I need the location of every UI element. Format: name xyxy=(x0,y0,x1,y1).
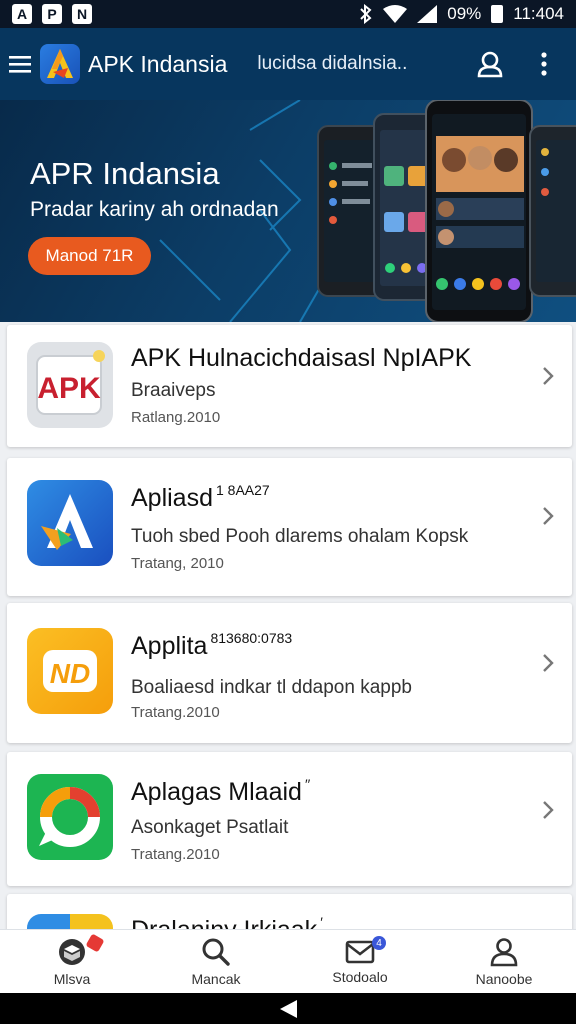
nav-label: Mancak xyxy=(191,970,241,987)
screen: A P N 09% 11:404 APK Indansia lucidsa di… xyxy=(0,0,576,1024)
wifi-icon xyxy=(383,5,408,23)
apk-logo-icon: APK xyxy=(27,342,113,428)
top-app-bar: APK Indansia lucidsa didalnsia.. xyxy=(0,28,576,100)
battery-percent: 09% xyxy=(447,4,482,23)
hero-cta-button[interactable]: Manod 71R xyxy=(28,237,151,275)
nav-item-stodoalo[interactable]: 4 Stodoalo xyxy=(288,930,432,993)
list-item[interactable]: Aplagas Mlaaid ′′ Asonkaget Psatlait Trat… xyxy=(7,752,572,886)
app-logo-icon xyxy=(40,44,80,84)
nav-item-mlsva[interactable]: Mlsva xyxy=(0,930,144,993)
notification-badge xyxy=(85,933,105,953)
system-navigation-bar xyxy=(0,993,576,1024)
app-date: Ratlang.2010 xyxy=(131,409,221,426)
app-subtitle: lucidsa didalnsia.. xyxy=(257,53,408,74)
nav-item-mancak[interactable]: Mancak xyxy=(144,930,288,993)
nav-label: Stodoalo xyxy=(332,968,388,985)
list-item[interactable]: ND Applita 813680:0783 Boaliaesd indkar t… xyxy=(7,603,572,743)
app-date: Tratang.2010 xyxy=(131,846,220,863)
search-icon xyxy=(202,938,230,966)
app-title: APK Indansia xyxy=(88,50,228,77)
more-options-icon[interactable] xyxy=(526,46,562,82)
list-item[interactable]: APK APK Hulnacichdaisasl NpIAPK Braaivep… xyxy=(7,325,572,447)
app-name: Apliasd 1 8AA27 xyxy=(131,482,270,512)
clock: 11:404 xyxy=(513,4,564,23)
app-name: Applita 813680:0783 xyxy=(131,630,293,660)
blue-a-logo-icon xyxy=(27,480,113,566)
bluetooth-icon xyxy=(360,4,372,24)
nav-label: Mlsva xyxy=(53,970,91,987)
app-date: Tratang.2010 xyxy=(131,704,220,721)
hero-banner[interactable]: APR Indansia Pradar kariny ah ordnadan M… xyxy=(0,100,576,322)
orange-nd-logo-icon: ND xyxy=(27,628,113,714)
chevron-right-icon xyxy=(543,507,554,525)
app-name: APK Hulnacichdaisasl NpIAPK xyxy=(131,344,472,372)
status-left-icons: A P N xyxy=(12,4,92,24)
app-date: Tratang, 2010 xyxy=(131,555,224,572)
appbar-actions xyxy=(472,46,576,82)
hero-subtitle: Pradar kariny ah ordnadan xyxy=(30,198,279,221)
notification-n-icon: N xyxy=(72,4,92,24)
hero-title: APR Indansia xyxy=(30,156,220,191)
notification-badge: 4 xyxy=(372,936,386,950)
green-ring-logo-icon xyxy=(27,774,113,860)
app-description: Braaiveps xyxy=(131,380,216,401)
status-bar: A P N 09% 11:404 xyxy=(0,0,576,28)
chevron-right-icon xyxy=(543,654,554,672)
app-name: Aplagas Mlaaid ′′ xyxy=(131,776,311,806)
mail-icon xyxy=(345,940,375,963)
bottom-navigation: Mlsva Mancak 4 Stodoalo Nanoobe xyxy=(0,929,576,993)
chevron-right-icon xyxy=(543,801,554,819)
person-icon xyxy=(490,937,518,966)
box-icon xyxy=(59,938,85,965)
app-description: Boaliaesd indkar tl ddapon kappb xyxy=(131,677,412,698)
status-right: 09% 11:404 xyxy=(359,4,564,24)
nav-item-nanoobe[interactable]: Nanoobe xyxy=(432,930,576,993)
account-icon[interactable] xyxy=(472,46,508,82)
app-description: Asonkaget Psatlait xyxy=(131,817,289,838)
svg-text:ND: ND xyxy=(50,658,90,689)
app-description: Tuoh sbed Pooh dlarems ohalam Kopsk xyxy=(131,526,469,547)
signal-icon xyxy=(417,5,438,23)
chevron-right-icon xyxy=(543,367,554,385)
notification-a-icon: A xyxy=(12,4,32,24)
menu-icon[interactable] xyxy=(2,28,38,100)
list-item[interactable]: Apliasd 1 8AA27 Tuoh sbed Pooh dlarems oh… xyxy=(7,458,572,596)
svg-text:APK: APK xyxy=(37,372,101,405)
nav-label: Nanoobe xyxy=(475,970,533,987)
battery-icon xyxy=(491,5,504,23)
back-icon[interactable] xyxy=(277,998,299,1020)
notification-p-icon: P xyxy=(42,4,62,24)
